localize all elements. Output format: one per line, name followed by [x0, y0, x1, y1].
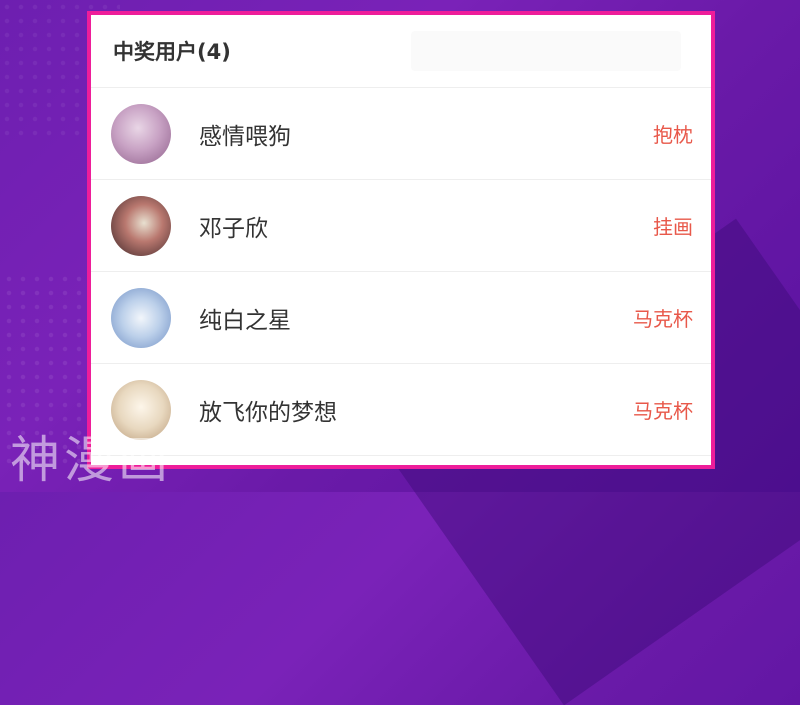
winner-row[interactable]: 感情喂狗 抱枕 — [91, 88, 711, 180]
winner-row[interactable]: 放飞你的梦想 马克杯 — [91, 364, 711, 456]
winner-username: 感情喂狗 — [199, 123, 291, 150]
panel-title: 中奖用户(4) — [113, 40, 231, 64]
winner-prize: 挂画 — [653, 215, 693, 239]
winner-row[interactable]: 纯白之星 马克杯 — [91, 272, 711, 364]
avatar[interactable] — [111, 195, 171, 256]
header-placeholder — [411, 31, 681, 71]
avatar[interactable] — [111, 287, 171, 348]
winner-username: 放飞你的梦想 — [199, 399, 337, 426]
winner-prize: 马克杯 — [633, 307, 693, 331]
watermark-logo: 神漫画 — [10, 431, 172, 489]
avatar[interactable] — [111, 103, 171, 164]
panel-header: 中奖用户(4) — [91, 15, 711, 88]
winner-row[interactable]: 邓子欣 挂画 — [91, 180, 711, 272]
winners-panel: 中奖用户(4) 感情喂狗 抱枕 邓子欣 挂画 纯白之星 马克杯 放飞你的梦想 马… — [87, 11, 715, 469]
winner-prize: 马克杯 — [633, 399, 693, 423]
winner-username: 邓子欣 — [199, 215, 268, 242]
winner-prize: 抱枕 — [653, 123, 693, 147]
winner-username: 纯白之星 — [199, 307, 291, 334]
